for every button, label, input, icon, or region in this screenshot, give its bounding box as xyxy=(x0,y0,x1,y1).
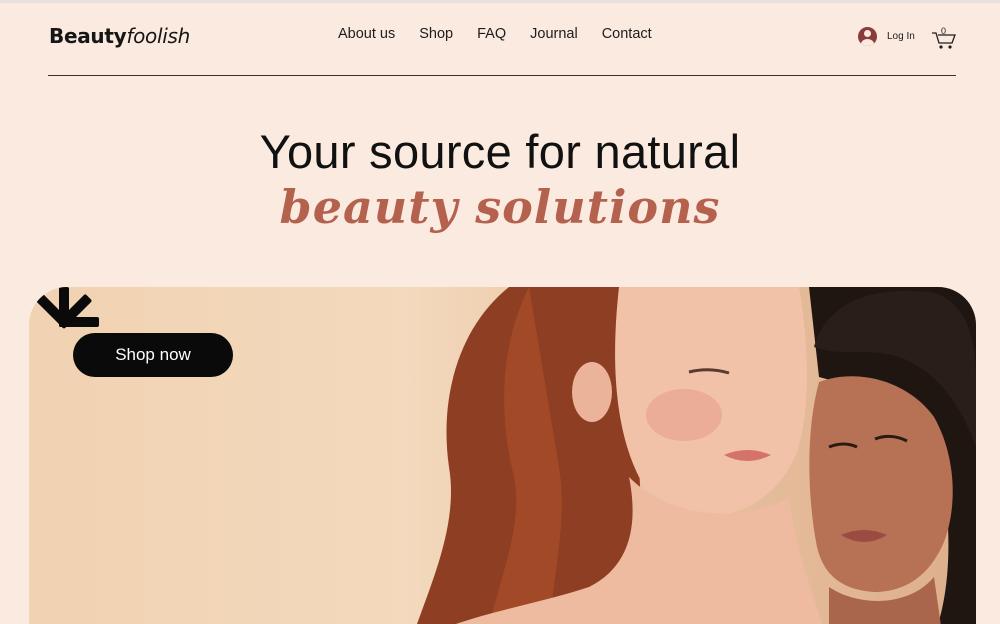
brand-logo[interactable]: Beautyfoolish xyxy=(49,24,190,49)
brand-name-bold: Beauty xyxy=(49,24,127,48)
cart-count: 0 xyxy=(941,26,947,36)
login-label: Log In xyxy=(887,31,915,42)
login-button[interactable]: Log In xyxy=(858,27,915,46)
main-nav: About us Shop FAQ Journal Contact xyxy=(338,26,652,42)
nav-contact[interactable]: Contact xyxy=(602,26,652,42)
user-avatar-icon xyxy=(858,27,877,46)
site-header: Beautyfoolish About us Shop FAQ Journal … xyxy=(48,0,956,76)
nav-journal[interactable]: Journal xyxy=(530,26,578,42)
brand-name-light: foolish xyxy=(126,24,190,48)
nav-faq[interactable]: FAQ xyxy=(477,26,506,42)
nav-about-us[interactable]: About us xyxy=(338,26,395,42)
hero-image: Shop now xyxy=(29,287,976,624)
cart-button[interactable]: 0 xyxy=(931,26,957,50)
nav-shop[interactable]: Shop xyxy=(419,26,453,42)
hero-accent-text: beauty solutions xyxy=(279,180,721,234)
asterisk-star-icon xyxy=(36,287,99,329)
hero-title: Your source for natural xyxy=(259,125,741,178)
